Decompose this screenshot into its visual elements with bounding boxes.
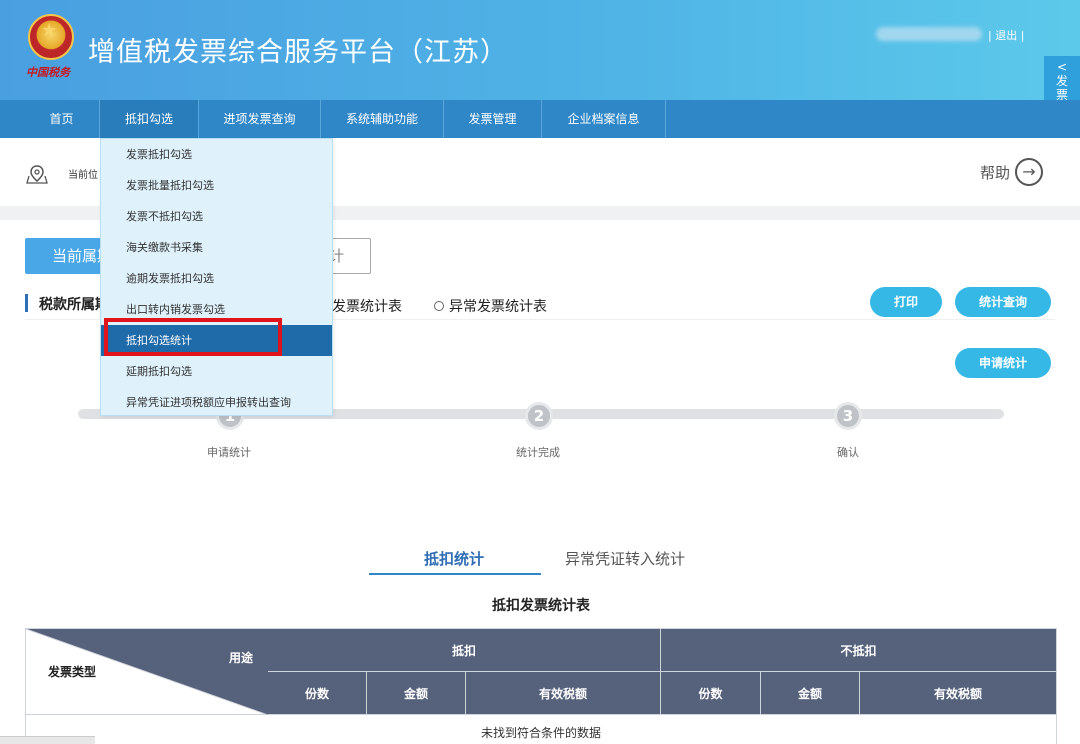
menu-item-not-deduct-select[interactable]: 发票不抵扣勾选 bbox=[101, 201, 332, 232]
nav-item-deduction-select[interactable]: 抵扣勾选 bbox=[100, 100, 199, 138]
nav-item-invoice-management[interactable]: 发票管理 bbox=[444, 100, 542, 138]
side-tab-char: 发 bbox=[1055, 74, 1068, 88]
arrow-right-circle-icon[interactable]: → bbox=[1015, 158, 1043, 186]
red-highlight-box bbox=[104, 318, 282, 356]
col-header-amount: 金额 bbox=[760, 671, 861, 715]
nav-item-company-profile[interactable]: 企业档案信息 bbox=[542, 100, 666, 138]
step-1-label: 申请统计 bbox=[207, 446, 251, 459]
main-nav: 首页 抵扣勾选 进项发票查询 系统辅助功能 发票管理 企业档案信息 bbox=[0, 100, 1080, 138]
emblem-text: 中国税务 bbox=[26, 66, 70, 79]
nav-item-home[interactable]: 首页 bbox=[24, 100, 100, 138]
menu-item-deferred-deduct[interactable]: 延期抵扣勾选 bbox=[101, 356, 332, 387]
menu-item-overdue-deduct-select[interactable]: 逾期发票抵扣勾选 bbox=[101, 263, 332, 294]
print-button[interactable]: 打印 bbox=[870, 287, 942, 317]
col-header-count: 份数 bbox=[660, 671, 762, 715]
section-marker bbox=[25, 294, 28, 312]
star-icon: ★ bbox=[41, 20, 58, 41]
status-strip bbox=[0, 736, 95, 744]
tab-deduction-stat[interactable]: 抵扣统计 bbox=[424, 548, 484, 569]
menu-item-customs-collection[interactable]: 海关缴款书采集 bbox=[101, 232, 332, 263]
side-tab-arrow: < bbox=[1056, 60, 1068, 74]
logout-link[interactable]: | 退出 | bbox=[988, 27, 1024, 43]
user-name-blurred bbox=[876, 27, 982, 41]
menu-item-batch-deduct-select[interactable]: 发票批量抵扣勾选 bbox=[101, 170, 332, 201]
col-header-tax: 有效税额 bbox=[859, 671, 1058, 715]
tax-period-label: 税款所属期 bbox=[39, 297, 101, 313]
menu-item-invoice-deduct-select[interactable]: 发票抵扣勾选 bbox=[101, 139, 332, 170]
col-header-count: 份数 bbox=[267, 671, 367, 715]
menu-item-abnormal-transfer-query[interactable]: 异常凭证进项税额应申报转出查询 bbox=[101, 387, 332, 418]
deduction-stat-table: 用途 发票类型 抵扣 不抵扣 份数 金额 有效税额 份数 金额 有效税额 未找到… bbox=[24, 628, 1058, 744]
step-3-label: 确认 bbox=[837, 446, 859, 459]
table-title: 抵扣发票统计表 bbox=[492, 598, 590, 614]
step-3-circle: 3 bbox=[834, 402, 862, 430]
nav-item-system-tools[interactable]: 系统辅助功能 bbox=[321, 100, 444, 138]
table-corner-header: 用途 发票类型 bbox=[25, 628, 268, 715]
active-tab-underline bbox=[369, 573, 541, 575]
location-icon bbox=[26, 165, 48, 184]
group-header-deduct: 抵扣 bbox=[266, 628, 662, 672]
corner-usage-label: 用途 bbox=[228, 651, 253, 665]
help-label[interactable]: 帮助 bbox=[980, 162, 1010, 183]
col-header-amount: 金额 bbox=[366, 671, 466, 715]
stat-query-button[interactable]: 统计查询 bbox=[955, 287, 1051, 317]
tax-emblem-logo: ★ 中国税务 bbox=[26, 14, 76, 80]
site-title: 增值税发票综合服务平台（江苏） bbox=[88, 37, 508, 68]
breadcrumb: 当前位 bbox=[68, 170, 98, 181]
empty-table-message: 未找到符合条件的数据 bbox=[24, 714, 1058, 744]
tab-abnormal-stat[interactable]: 异常凭证转入统计 bbox=[565, 548, 685, 569]
apply-stat-button[interactable]: 申请统计 bbox=[955, 348, 1051, 378]
step-2-label: 统计完成 bbox=[516, 446, 560, 459]
radio-abnormal-stat-label: 异常发票统计表 bbox=[449, 299, 547, 315]
nav-item-input-invoice-query[interactable]: 进项发票查询 bbox=[199, 100, 321, 138]
radio-abnormal-stat[interactable]: 异常发票统计表 bbox=[434, 296, 547, 316]
header-banner: ★ 中国税务 增值税发票综合服务平台（江苏） | 退出 | bbox=[0, 0, 1080, 100]
radio-unchecked-icon bbox=[434, 301, 444, 311]
step-2-circle: 2 bbox=[525, 402, 553, 430]
group-header-not-deduct: 不抵扣 bbox=[660, 628, 1058, 672]
col-header-tax: 有效税额 bbox=[464, 671, 662, 715]
corner-type-label: 发票类型 bbox=[48, 665, 97, 679]
deduction-dropdown-menu: 发票抵扣勾选 发票批量抵扣勾选 发票不抵扣勾选 海关缴款书采集 逾期发票抵扣勾选… bbox=[100, 138, 333, 416]
radio-invoice-stat-label: 发票统计表 bbox=[332, 299, 402, 315]
